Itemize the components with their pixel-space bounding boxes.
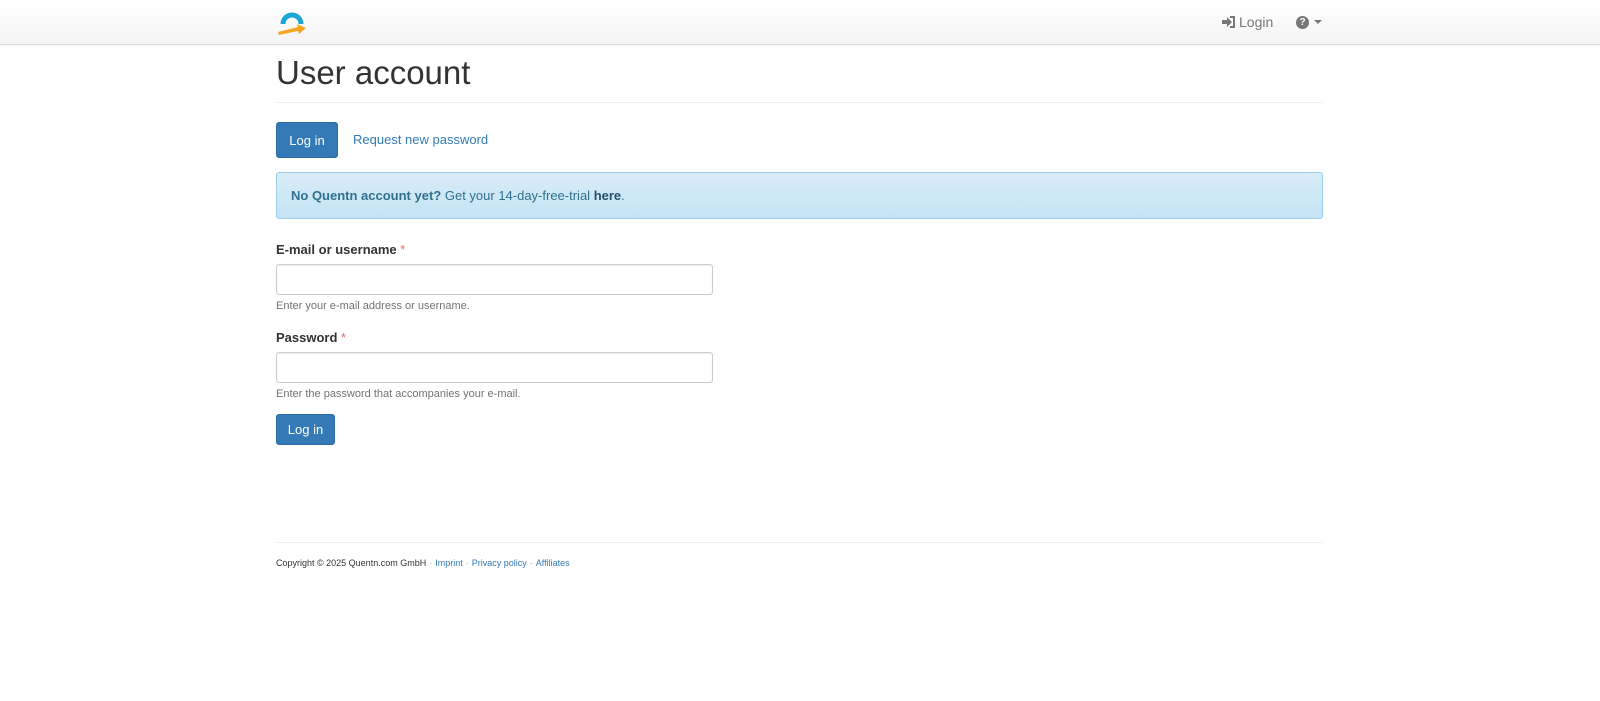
- nav-login-label: Login: [1239, 14, 1274, 30]
- page-title: User account: [276, 54, 471, 91]
- footer-link-privacy-policy[interactable]: Privacy policy: [472, 558, 527, 568]
- required-marker: *: [400, 242, 406, 257]
- alert-text: Get your 14-day-free-trial: [441, 188, 594, 203]
- help-dropdown[interactable]: ?: [1296, 13, 1322, 31]
- password-help: Enter the password that accompanies your…: [276, 388, 521, 400]
- caret-down-icon: [1314, 20, 1322, 24]
- password-label: Password *: [276, 330, 346, 345]
- quentn-logo[interactable]: [276, 5, 308, 35]
- footer-separator: ·: [529, 558, 533, 568]
- trial-alert: No Quentn account yet? Get your 14-day-f…: [276, 172, 1323, 219]
- username-label: E-mail or username *: [276, 242, 405, 257]
- username-label-text: E-mail or username: [276, 242, 397, 257]
- login-submit-button[interactable]: Log in: [276, 414, 335, 445]
- alert-bold-text: No Quentn account yet?: [291, 188, 442, 203]
- footer: Copyright © 2025 Quentn.com GmbH · Impri…: [276, 558, 570, 568]
- alert-here-link[interactable]: here: [594, 188, 621, 203]
- username-help: Enter your e-mail address or username.: [276, 300, 470, 312]
- password-label-text: Password: [276, 330, 338, 345]
- tab-request-new-password[interactable]: Request new password: [353, 132, 488, 147]
- footer-separator: ·: [429, 558, 433, 568]
- footer-link-affiliates[interactable]: Affiliates: [536, 558, 570, 568]
- question-circle-icon: ?: [1296, 15, 1309, 29]
- nav-login-link[interactable]: Login: [1222, 13, 1273, 31]
- footer-link-imprint[interactable]: Imprint: [435, 558, 463, 568]
- alert-end: .: [621, 188, 625, 203]
- footer-divider: [276, 542, 1323, 543]
- password-input[interactable]: [276, 352, 713, 383]
- sign-in-icon: [1222, 16, 1235, 28]
- username-input[interactable]: [276, 264, 713, 295]
- required-marker: *: [341, 330, 347, 345]
- title-divider: [276, 102, 1323, 103]
- top-navbar: [0, 0, 1600, 45]
- footer-separator: ·: [465, 558, 469, 568]
- tab-log-in[interactable]: Log in: [276, 122, 338, 158]
- footer-copyright: Copyright © 2025 Quentn.com GmbH: [276, 558, 427, 568]
